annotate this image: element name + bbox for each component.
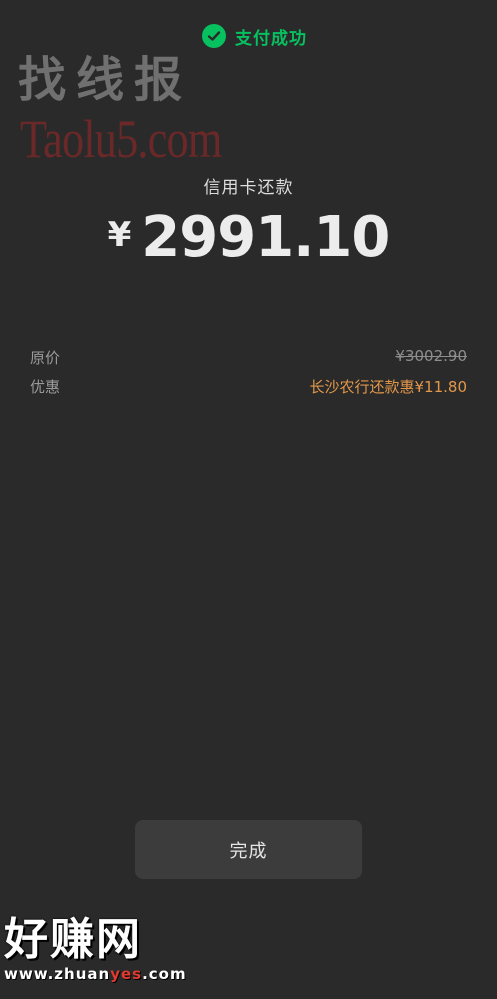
original-price-row: 原价 ¥3002.90 <box>30 347 467 368</box>
watermark-url-suffix: .com <box>142 965 187 983</box>
watermark-bottom-url: www.zhuanyes.com <box>4 965 204 983</box>
watermark-url-highlight: yes <box>110 965 143 983</box>
status-text: 支付成功 <box>235 28 307 49</box>
wechat-pay-icon <box>202 24 226 48</box>
payment-amount: ¥2991.10 <box>0 205 497 270</box>
payment-status: 支付成功 <box>0 22 497 50</box>
done-button[interactable]: 完成 <box>135 820 362 879</box>
original-price-label: 原价 <box>30 349 61 367</box>
original-price-value: ¥3002.90 <box>395 347 467 365</box>
discount-row: 优惠 长沙农行还款惠¥11.80 <box>30 376 467 397</box>
watermark-bottom-cn: 好赚网 <box>4 914 142 965</box>
watermark-top-en: Taolu5.com <box>20 109 222 169</box>
watermark-top-cn: 找线报 <box>18 52 193 108</box>
discount-value: 长沙农行还款惠¥11.80 <box>309 378 468 396</box>
payment-type: 信用卡还款 <box>203 178 294 198</box>
amount-value: 2991.10 <box>141 205 390 270</box>
watermark-url-prefix: www.zhuan <box>4 965 111 983</box>
watermark-bottom: 好赚网 www.zhuanyes.com <box>4 914 204 984</box>
currency-symbol: ¥ <box>107 215 132 255</box>
discount-label: 优惠 <box>30 378 61 396</box>
